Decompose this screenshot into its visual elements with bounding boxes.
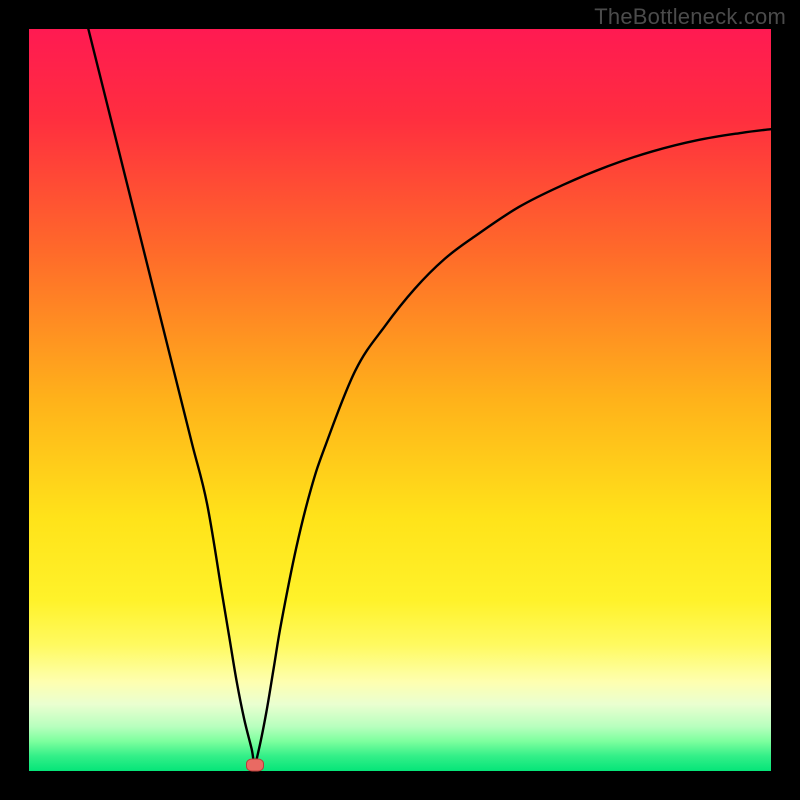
bottleneck-curve <box>29 29 771 771</box>
chart-frame: TheBottleneck.com <box>0 0 800 800</box>
watermark-text: TheBottleneck.com <box>594 4 786 30</box>
optimum-marker <box>246 759 264 772</box>
plot-area <box>29 29 771 771</box>
